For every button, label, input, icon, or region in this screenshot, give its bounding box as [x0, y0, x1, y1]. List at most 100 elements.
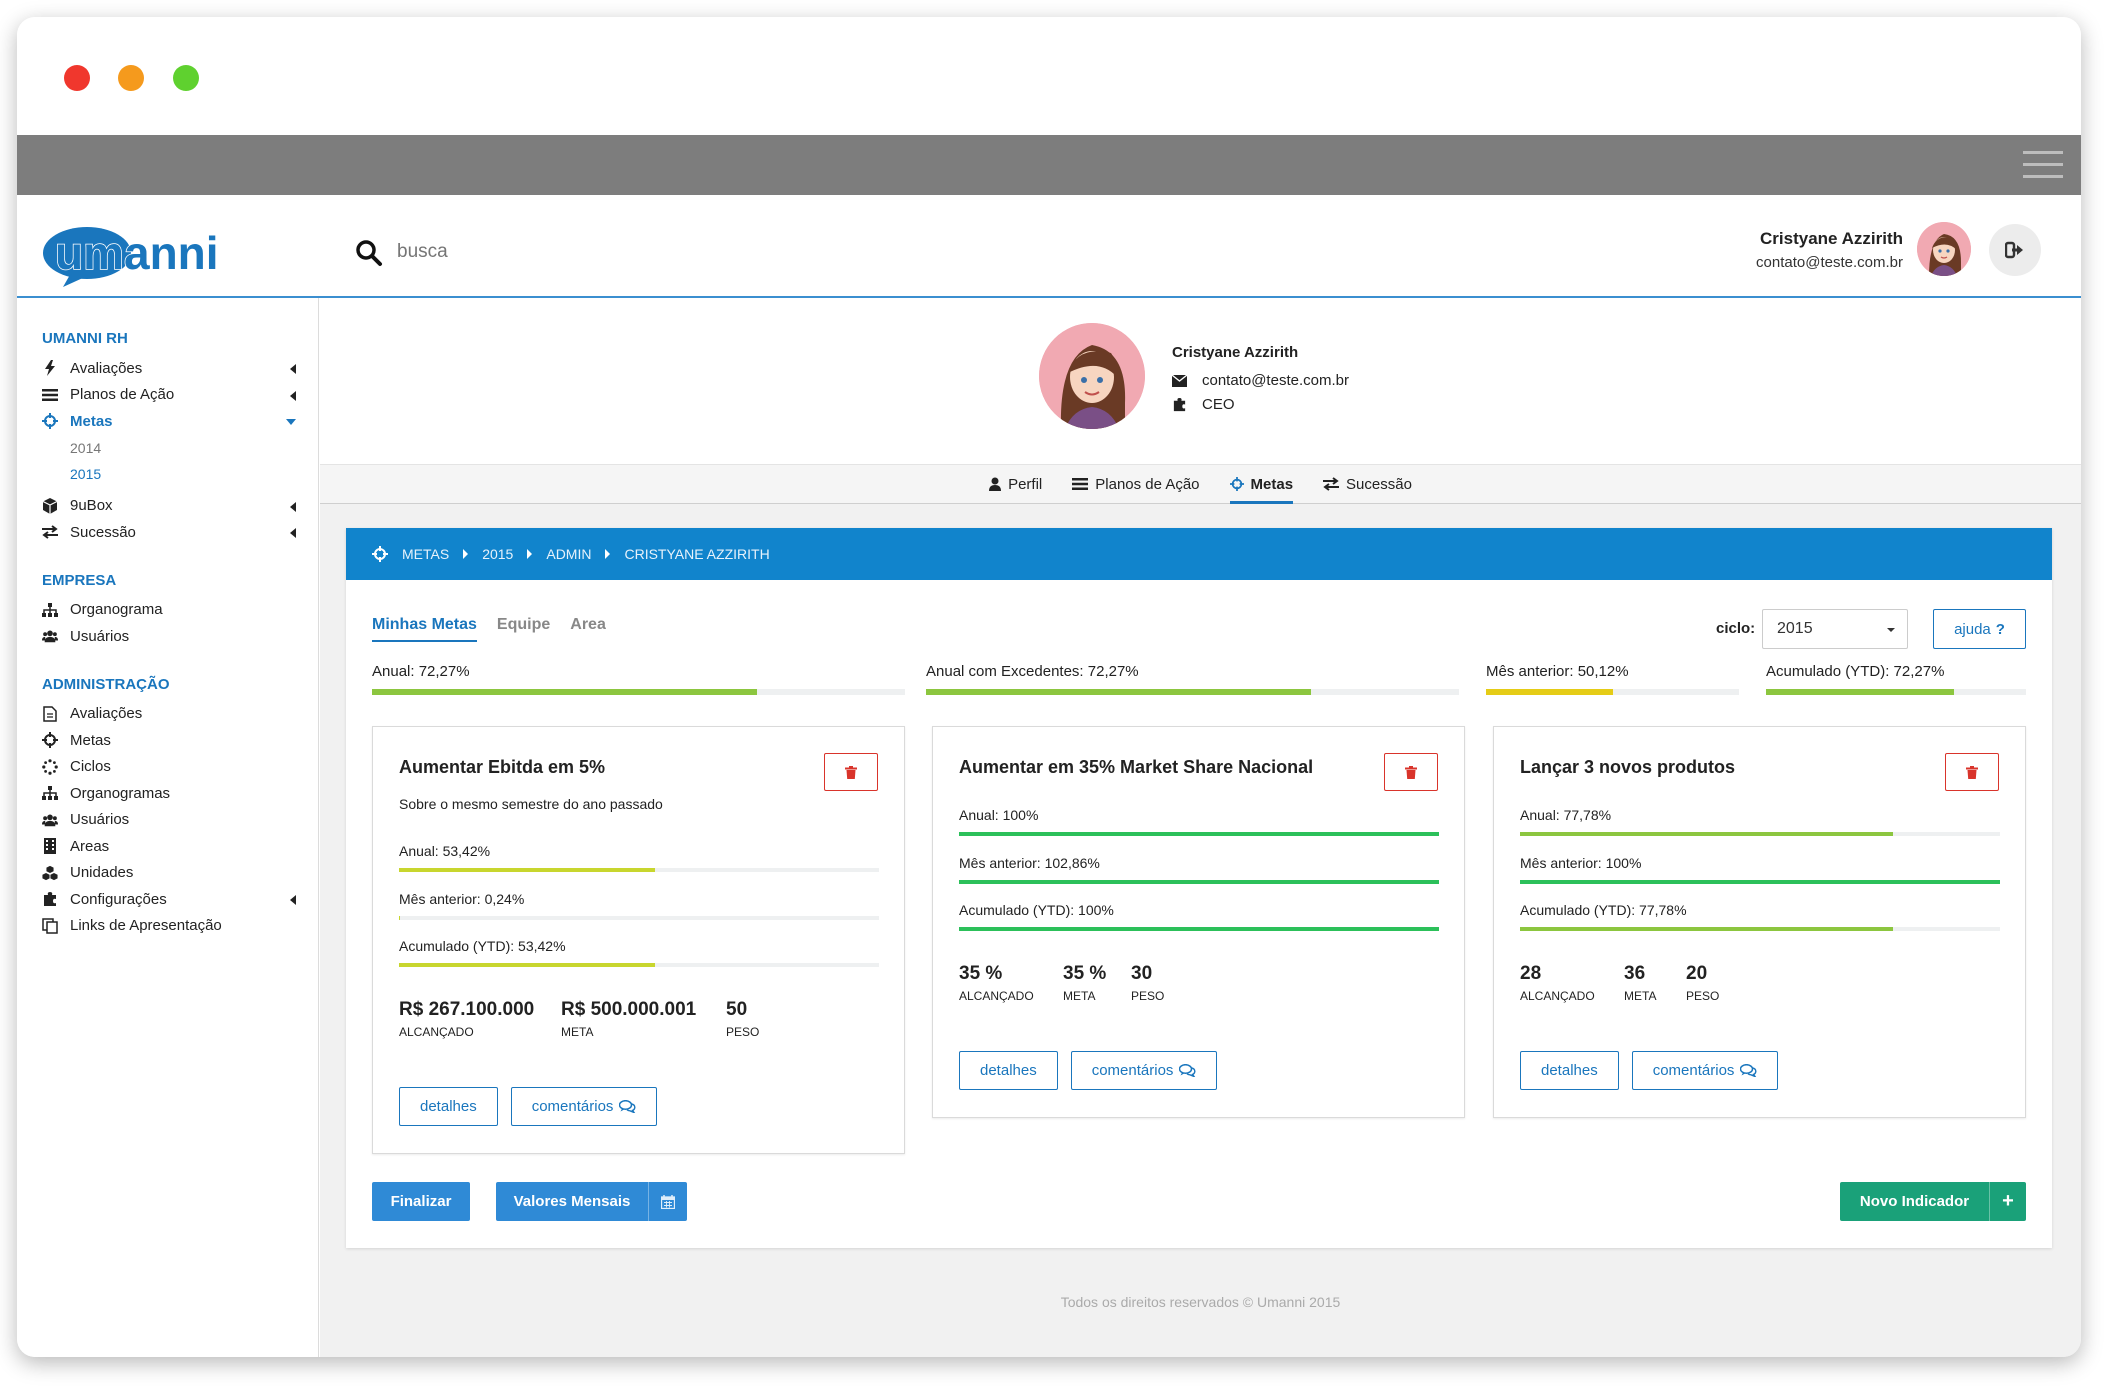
comments-button[interactable]: comentários	[1631, 1051, 1779, 1090]
details-button[interactable]: detalhes	[1520, 1051, 1619, 1090]
goal-card: Aumentar em 35% Market Share Nacional An…	[932, 726, 1465, 1118]
monthly-values-button[interactable]: Valores Mensais	[496, 1182, 687, 1221]
list-icon	[42, 387, 58, 403]
new-indicator-button[interactable]: Novo Indicador +	[1840, 1182, 2026, 1221]
goal-subtabs: Minhas Metas Equipe Area	[372, 616, 606, 642]
sidebar-item-9ubox[interactable]: 9uBox	[17, 493, 318, 520]
tab-metas[interactable]: Metas	[1229, 464, 1293, 504]
subtab-equipe[interactable]: Equipe	[497, 616, 550, 642]
sidebar-item-metas[interactable]: Metas	[17, 408, 318, 435]
metric-label: Anual: 100%	[959, 807, 1039, 823]
subtab-area[interactable]: Area	[570, 616, 606, 642]
comments-button[interactable]: comentários	[1070, 1051, 1218, 1090]
delete-button[interactable]	[824, 753, 878, 791]
building-icon	[42, 838, 58, 855]
crosshair-icon	[42, 732, 58, 749]
umanni-logo[interactable]: umanni	[41, 221, 311, 287]
search-input[interactable]	[397, 231, 797, 273]
breadcrumb-item[interactable]: CRISTYANE AZZIRITH	[624, 546, 769, 562]
stat-caption: ALCANÇADO	[959, 989, 1034, 1003]
progress-track	[959, 927, 1439, 931]
comments-icon	[619, 1100, 636, 1113]
delete-button[interactable]	[1945, 753, 1999, 791]
breadcrumb-item[interactable]: ADMIN	[546, 546, 591, 562]
tab-perfil[interactable]: Perfil	[989, 464, 1042, 504]
avatar[interactable]	[1917, 222, 1971, 276]
cube-icon	[42, 497, 58, 514]
profile-role-row: CEO	[1172, 396, 1349, 413]
sidebar-item-usuarios[interactable]: Usuários	[17, 623, 318, 650]
caret-left-icon	[290, 528, 296, 538]
sidebar-item-label: Unidades	[70, 864, 134, 882]
sidebar-item-admin-usuarios[interactable]: Usuários	[17, 807, 318, 834]
sign-out-icon	[2005, 241, 2023, 259]
progress-fill	[959, 880, 1439, 884]
profile-info: Cristyane Azzirith contato@teste.com.br …	[1172, 344, 1349, 420]
hamburger-menu-icon[interactable]	[2023, 151, 2063, 181]
metric-acumulado: Acumulado (YTD): 100%	[959, 902, 1439, 931]
sidebar-item-organograma[interactable]: Organograma	[17, 597, 318, 624]
progress-track	[959, 880, 1439, 884]
progress-fill	[399, 963, 656, 967]
maximize-window-button[interactable]	[173, 65, 199, 91]
progress-track	[1520, 927, 2000, 931]
sidebar-item-organogramas[interactable]: Organogramas	[17, 780, 318, 807]
metric-label: Mês anterior: 0,24%	[399, 891, 525, 907]
sidebar-item-admin-avaliacoes[interactable]: Avaliações	[17, 701, 318, 728]
summary-anual-excedentes: Anual com Excedentes: 72,27%	[926, 663, 1459, 695]
breadcrumb-item[interactable]: 2015	[482, 546, 513, 562]
stat-caption: PESO	[726, 1025, 760, 1039]
sidebar-subitem-2014[interactable]: 2014	[17, 435, 318, 461]
sidebar-item-areas[interactable]: Areas	[17, 833, 318, 860]
comments-button[interactable]: comentários	[510, 1087, 658, 1126]
metric-anual: Anual: 53,42%	[399, 843, 879, 872]
sidebar-item-configuracoes[interactable]: Configurações	[17, 886, 318, 913]
sidebar-item-label: Avaliações	[70, 359, 143, 377]
crosshair-icon	[372, 546, 388, 562]
browser-toolbar	[17, 135, 2081, 195]
minimize-window-button[interactable]	[118, 65, 144, 91]
ciclo-select[interactable]: 2015	[1762, 609, 1908, 649]
finalize-button[interactable]: Finalizar	[372, 1182, 470, 1221]
sidebar-item-ciclos[interactable]: Ciclos	[17, 754, 318, 781]
metric-mes-anterior: Mês anterior: 102,86%	[959, 855, 1439, 884]
goal-subtitle: Sobre o mesmo semestre do ano passado	[399, 796, 663, 812]
sidebar-item-label: Metas	[70, 731, 111, 749]
sidebar-item-unidades[interactable]: Unidades	[17, 860, 318, 887]
cubes-icon	[42, 865, 58, 881]
progress-track	[926, 689, 1459, 695]
sidebar-item-avaliacoes[interactable]: Avaliações	[17, 355, 318, 382]
sidebar-item-admin-metas[interactable]: Metas	[17, 727, 318, 754]
stat-peso: 30 PESO	[1131, 963, 1164, 1003]
sidebar-section-empresa: EMPRESA	[42, 571, 117, 589]
comments-icon	[1179, 1064, 1196, 1077]
details-button[interactable]: detalhes	[959, 1051, 1058, 1090]
users-icon	[42, 628, 58, 644]
users-icon	[42, 812, 58, 828]
user-menu[interactable]: Cristyane Azzirith contato@teste.com.br	[1756, 229, 1903, 271]
sidebar-item-links-de-apresentacao[interactable]: Links de Apresentação	[17, 913, 318, 940]
window-titlebar	[17, 17, 2081, 135]
sidebar-item-planos-de-acao[interactable]: Planos de Ação	[17, 382, 318, 409]
progress-track	[959, 832, 1439, 836]
caret-left-icon	[290, 364, 296, 374]
breadcrumb-item[interactable]: METAS	[402, 546, 449, 562]
sidebar-subitem-2015[interactable]: 2015	[17, 461, 318, 487]
search-icon[interactable]	[355, 239, 383, 267]
delete-button[interactable]	[1384, 753, 1438, 791]
caret-right-icon	[527, 549, 533, 559]
metric-mes-anterior: Mês anterior: 0,24%	[399, 891, 879, 920]
caret-left-icon	[290, 390, 296, 401]
close-window-button[interactable]	[64, 65, 90, 91]
subtab-minhas-metas[interactable]: Minhas Metas	[372, 616, 477, 642]
sidebar-item-sucessao[interactable]: Sucessão	[17, 519, 318, 546]
stat-caption: ALCANÇADO	[1520, 989, 1595, 1003]
details-button[interactable]: detalhes	[399, 1087, 498, 1126]
tab-planos-de-acao[interactable]: Planos de Ação	[1072, 464, 1200, 504]
comments-label: comentários	[1091, 1062, 1174, 1079]
summary-label: Anual com Excedentes: 72,27%	[926, 663, 1139, 680]
tab-sucessao[interactable]: Sucessão	[1323, 464, 1412, 504]
logout-button[interactable]	[1989, 224, 2041, 276]
envelope-icon	[1172, 374, 1188, 387]
help-button[interactable]: ajuda ?	[1933, 609, 2026, 649]
